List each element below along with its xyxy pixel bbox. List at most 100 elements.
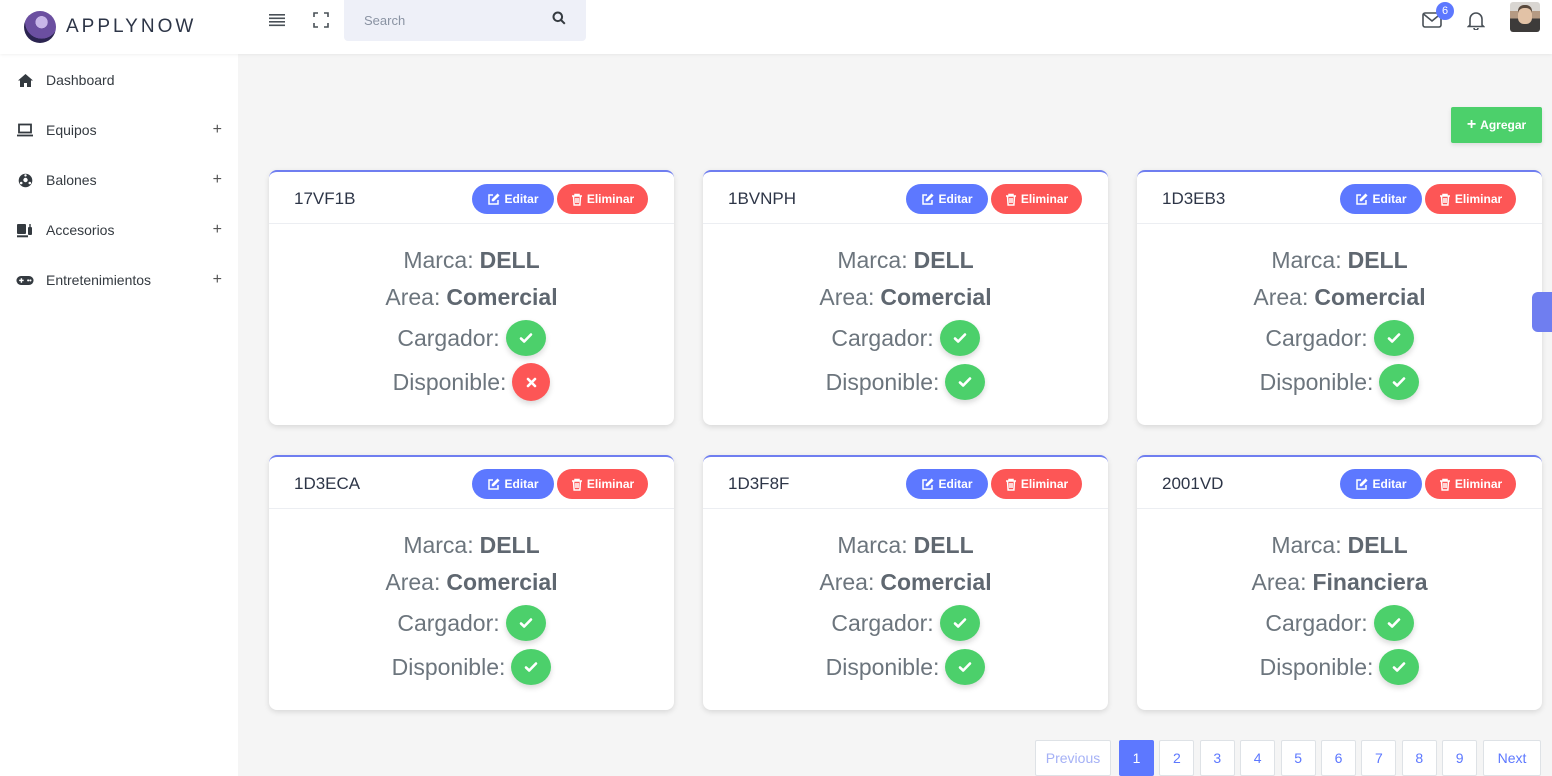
menu-toggle-icon[interactable]	[266, 9, 288, 31]
sidebar-item-entretenimientos[interactable]: Entretenimientos +	[0, 260, 238, 300]
add-button-label: Agregar	[1480, 118, 1527, 132]
edit-button[interactable]: Editar	[1340, 469, 1422, 499]
pagination-page[interactable]: 1	[1119, 740, 1154, 776]
edit-button[interactable]: Editar	[906, 184, 988, 214]
cargador-line: Cargador:	[1137, 601, 1542, 645]
card-body: Marca: DELL Area: Comercial Cargador: Disp…	[269, 509, 674, 689]
marca-value: DELL	[479, 532, 540, 558]
pagination-page[interactable]: 5	[1280, 740, 1316, 776]
delete-button[interactable]: Eliminar	[991, 184, 1082, 214]
delete-button[interactable]: Eliminar	[1425, 184, 1516, 214]
trash-icon	[1005, 478, 1016, 491]
settings-tab[interactable]	[1532, 292, 1552, 332]
card-header: 1D3F8F Editar Eliminar	[703, 457, 1108, 509]
brand-logo	[24, 11, 56, 43]
check-icon	[511, 649, 552, 685]
delete-button[interactable]: Eliminar	[1425, 469, 1516, 499]
marca-value: DELL	[1347, 247, 1408, 273]
pagination-page[interactable]: 3	[1199, 740, 1235, 776]
disponible-label: Disponible:	[825, 653, 940, 680]
sidebar-item-dashboard[interactable]: Dashboard	[0, 60, 238, 100]
cargador-line: Cargador:	[703, 601, 1108, 645]
brand[interactable]: APPLYNOW	[0, 0, 238, 54]
equipment-card: 1D3EB3 Editar Eliminar Marca: DELL Area: C…	[1137, 170, 1542, 425]
expand-plus-icon[interactable]: +	[213, 221, 222, 239]
disponible-label: Disponible:	[1259, 653, 1374, 680]
sidebar-item-accesorios[interactable]: Accesorios +	[0, 210, 238, 250]
bell-icon[interactable]	[1465, 9, 1487, 31]
marca-value: DELL	[913, 247, 974, 273]
laptop-icon	[16, 122, 34, 138]
delete-button[interactable]: Eliminar	[557, 469, 648, 499]
pagination-page[interactable]: 7	[1361, 740, 1397, 776]
gamepad-icon	[16, 272, 34, 288]
edit-label: Editar	[938, 192, 973, 206]
trash-icon	[1439, 193, 1450, 206]
marca-label: Marca:	[403, 247, 474, 273]
area-label: Area:	[819, 569, 875, 595]
edit-button[interactable]: Editar	[1340, 184, 1422, 214]
check-icon	[1379, 649, 1420, 685]
equipment-card: 17VF1B Editar Eliminar Marca: DELL Area: C…	[269, 170, 674, 425]
delete-button[interactable]: Eliminar	[557, 184, 648, 214]
disponible-line: Disponible:	[1137, 360, 1542, 404]
edit-button[interactable]: Editar	[472, 184, 554, 214]
cargador-label: Cargador:	[397, 324, 500, 351]
expand-plus-icon[interactable]: +	[213, 271, 222, 289]
area-line: Area: Comercial	[703, 279, 1108, 316]
edit-label: Editar	[504, 192, 539, 206]
soccer-ball-icon	[16, 172, 34, 188]
edit-button[interactable]: Editar	[472, 469, 554, 499]
cargador-label: Cargador:	[831, 324, 934, 351]
card-body: Marca: DELL Area: Financiera Cargador: Dis…	[1137, 509, 1542, 689]
area-label: Area:	[385, 284, 441, 310]
pagination-next[interactable]: Next	[1483, 740, 1541, 776]
marca-line: Marca: DELL	[703, 527, 1108, 564]
search-input[interactable]	[364, 13, 552, 28]
marca-label: Marca:	[837, 247, 908, 273]
pagination-page[interactable]: 2	[1159, 740, 1195, 776]
brand-name: APPLYNOW	[66, 16, 197, 37]
pagination-page[interactable]: 6	[1321, 740, 1356, 776]
sidebar-item-balones[interactable]: Balones +	[0, 160, 238, 200]
home-icon	[16, 72, 34, 88]
check-icon	[1373, 320, 1414, 356]
trash-icon	[1439, 478, 1450, 491]
area-value: Comercial	[880, 284, 992, 310]
card-code: 1D3F8F	[728, 474, 790, 493]
sidebar-item-label: Dashboard	[46, 72, 115, 88]
delete-button[interactable]: Eliminar	[991, 469, 1082, 499]
avatar[interactable]	[1510, 2, 1540, 32]
expand-plus-icon[interactable]: +	[213, 171, 222, 189]
add-button[interactable]: + Agregar	[1451, 107, 1542, 143]
area-line: Area: Comercial	[703, 564, 1108, 601]
disponible-label: Disponible:	[391, 653, 506, 680]
card-code: 1BVNPH	[728, 189, 797, 208]
area-value: Comercial	[446, 284, 558, 310]
edit-button[interactable]: Editar	[906, 469, 988, 499]
edit-label: Editar	[1372, 192, 1407, 206]
card-header: 1D3ECA Editar Eliminar	[269, 457, 674, 509]
pagination-page[interactable]: 8	[1401, 740, 1437, 776]
fullscreen-icon[interactable]	[310, 9, 332, 31]
area-value: Comercial	[446, 569, 558, 595]
pagination-page[interactable]: 4	[1240, 740, 1276, 776]
cargador-line: Cargador:	[703, 316, 1108, 360]
pagination-page[interactable]: 9	[1442, 740, 1478, 776]
expand-plus-icon[interactable]: +	[213, 121, 222, 139]
card-body: Marca: DELL Area: Comercial Cargador: Disp…	[1137, 224, 1542, 404]
marca-label: Marca:	[837, 532, 908, 558]
sidebar-item-label: Accesorios	[46, 222, 115, 238]
search-icon[interactable]	[552, 11, 566, 30]
marca-value: DELL	[479, 247, 540, 273]
sidebar-item-equipos[interactable]: Equipos +	[0, 110, 238, 150]
pagination-previous[interactable]: Previous	[1035, 740, 1111, 776]
edit-label: Editar	[504, 477, 539, 491]
area-line: Area: Comercial	[269, 564, 674, 601]
trash-icon	[571, 478, 582, 491]
trash-icon	[571, 193, 582, 206]
delete-label: Eliminar	[1020, 192, 1069, 206]
delete-label: Eliminar	[1020, 477, 1069, 491]
check-icon	[939, 605, 980, 641]
marca-line: Marca: DELL	[1137, 242, 1542, 279]
